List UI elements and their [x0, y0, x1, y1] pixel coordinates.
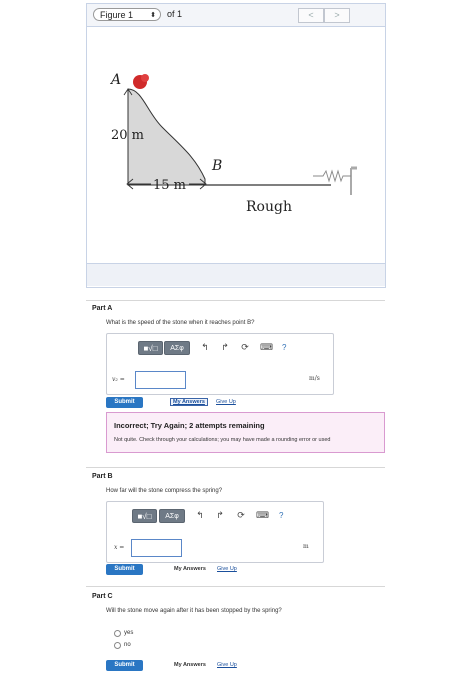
feedback-text: Not quite. Check through your calculatio… — [114, 437, 331, 443]
part-b-answer-box: ■√□ AΣφ ↰ ↱ ⟳ ⌨ ? x = m — [106, 501, 324, 563]
spring-icon — [313, 169, 351, 183]
part-b-variable: x = — [114, 544, 125, 551]
width-label: 15 m — [153, 178, 186, 193]
undo-icon[interactable]: ↰ — [194, 509, 206, 523]
redo-icon[interactable]: ↱ — [214, 509, 226, 523]
part-b-give-up-link[interactable]: Give Up — [217, 566, 237, 572]
figure-panel: Figure 1 ⬍ of 1 < > A B 20 m 15 m Rough — [86, 3, 386, 288]
option-no-label: no — [124, 642, 131, 648]
figure-toolbar: Figure 1 ⬍ of 1 < > — [87, 4, 385, 27]
divider — [86, 586, 385, 587]
chevron-right-icon: > — [334, 10, 340, 20]
templates-button[interactable]: ■√□ — [138, 341, 163, 355]
keyboard-icon[interactable]: ⌨ — [256, 509, 269, 523]
greek-symbols-button[interactable]: AΣφ — [164, 341, 190, 355]
part-b-unit: m — [303, 543, 309, 550]
figure-footer — [87, 264, 385, 286]
reset-icon[interactable]: ⟳ — [235, 509, 247, 523]
previous-figure-button[interactable]: < — [298, 8, 324, 23]
help-icon[interactable]: ? — [279, 509, 283, 523]
part-b-question: How far will the stone compress the spri… — [106, 488, 223, 494]
undo-icon[interactable]: ↰ — [199, 341, 211, 355]
figure-count-label: of 1 — [167, 9, 183, 19]
greek-symbols-button[interactable]: AΣφ — [159, 509, 185, 523]
point-b-label: B — [211, 158, 222, 174]
surface-label: Rough — [246, 199, 292, 215]
feedback-title: Incorrect; Try Again; 2 attempts remaini… — [114, 421, 265, 430]
part-c-give-up-link[interactable]: Give Up — [217, 662, 237, 668]
part-b-submit-button[interactable]: Submit — [106, 564, 143, 575]
chevron-left-icon: < — [308, 10, 314, 20]
height-label: 20 m — [111, 128, 144, 143]
figure-canvas: A B 20 m 15 m Rough — [87, 27, 385, 264]
part-a-question: What is the speed of the stone when it r… — [106, 320, 255, 326]
part-c-question: Will the stone move again after it has b… — [106, 608, 282, 614]
part-b-answer-input[interactable] — [131, 539, 182, 557]
figure-selector[interactable]: Figure 1 ⬍ — [93, 8, 161, 21]
redo-icon[interactable]: ↱ — [219, 341, 231, 355]
option-yes-label: yes — [124, 630, 134, 636]
part-c-title: Part C — [92, 593, 113, 600]
part-a-answer-input[interactable] — [135, 371, 186, 389]
divider — [86, 300, 385, 301]
option-yes-radio[interactable] — [114, 630, 121, 637]
divider — [86, 467, 385, 468]
part-a-answer-box: ■√□ AΣφ ↰ ↱ ⟳ ⌨ ? v₂ = m/s — [106, 333, 334, 395]
part-b-title: Part B — [92, 473, 113, 480]
part-a-submit-button[interactable]: Submit — [106, 397, 143, 408]
part-a-unit: m/s — [309, 375, 320, 382]
keyboard-icon[interactable]: ⌨ — [260, 341, 273, 355]
templates-button[interactable]: ■√□ — [132, 509, 157, 523]
part-a-my-answers-link[interactable]: My Answers — [170, 398, 208, 406]
part-c-my-answers-label: My Answers — [174, 662, 206, 668]
option-no-radio[interactable] — [114, 642, 121, 649]
part-a-give-up-link[interactable]: Give Up — [216, 399, 236, 405]
next-figure-button[interactable]: > — [324, 8, 350, 23]
selector-arrows-icon: ⬍ — [150, 12, 156, 19]
figure-selector-label: Figure 1 — [100, 10, 134, 20]
reset-icon[interactable]: ⟳ — [239, 341, 251, 355]
part-a-title: Part A — [92, 305, 113, 312]
part-c-submit-button[interactable]: Submit — [106, 660, 143, 671]
point-a-label: A — [109, 72, 121, 88]
part-a-feedback: Incorrect; Try Again; 2 attempts remaini… — [106, 412, 385, 453]
help-icon[interactable]: ? — [282, 341, 286, 355]
physics-diagram: A B 20 m 15 m Rough — [109, 72, 357, 215]
part-b-my-answers-label: My Answers — [174, 566, 206, 572]
part-a-variable: v₂ = — [112, 376, 125, 383]
